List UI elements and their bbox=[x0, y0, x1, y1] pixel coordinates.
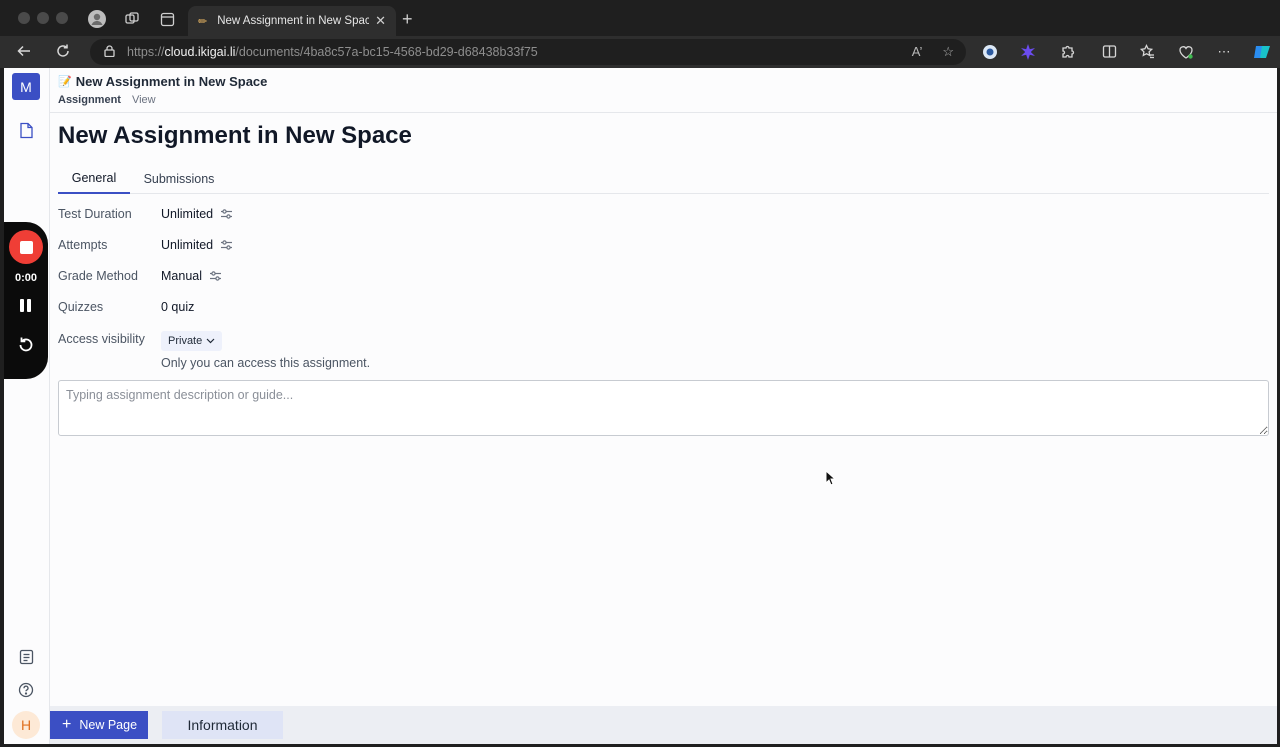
tab-general[interactable]: General bbox=[58, 164, 130, 194]
back-icon[interactable] bbox=[16, 43, 32, 64]
browser-window: ✏ New Assignment in New Space ✕ + https:… bbox=[0, 0, 1280, 747]
left-rail: M H bbox=[4, 68, 50, 744]
visibility-value: Private bbox=[168, 335, 203, 347]
access-note: Only you can access this assignment. bbox=[161, 356, 371, 370]
mouse-cursor-icon bbox=[825, 470, 837, 486]
copilot-icon[interactable] bbox=[1252, 42, 1272, 62]
bottom-bar: + New Page Information bbox=[50, 706, 1277, 744]
lock-icon bbox=[104, 44, 115, 60]
help-icon[interactable] bbox=[17, 681, 35, 699]
favorite-star-icon[interactable]: ☆ bbox=[942, 44, 954, 60]
pause-icon[interactable] bbox=[20, 299, 32, 312]
url-host: cloud.ikigai.li bbox=[164, 45, 236, 59]
tab-title: New Assignment in New Space bbox=[217, 15, 370, 27]
extension-sparkle-icon[interactable] bbox=[1020, 44, 1036, 60]
information-button[interactable]: Information bbox=[162, 711, 283, 739]
notes-icon[interactable] bbox=[17, 648, 35, 666]
url-text: https://cloud.ikigai.li/documents/4ba8c5… bbox=[127, 45, 538, 59]
new-page-label: New Page bbox=[79, 718, 138, 732]
grade-method-label: Grade Method bbox=[58, 269, 138, 283]
page-title: New Assignment in New Space bbox=[58, 122, 412, 149]
user-avatar[interactable]: H bbox=[12, 711, 40, 739]
test-duration-label: Test Duration bbox=[58, 207, 132, 221]
workspace-badge[interactable]: M bbox=[12, 73, 40, 100]
close-window-button[interactable] bbox=[18, 12, 30, 24]
pencil-icon: ✏ bbox=[198, 15, 208, 28]
url-field[interactable]: https://cloud.ikigai.li/documents/4ba8c5… bbox=[90, 39, 966, 65]
page-viewport: M H 0:00 📝 New Assignment in New Space A… bbox=[4, 68, 1277, 744]
breadcrumb: Assignment View bbox=[58, 94, 156, 106]
visibility-dropdown[interactable]: Private bbox=[161, 331, 223, 351]
breadcrumb-view[interactable]: View bbox=[132, 94, 156, 106]
tab-actions-icon[interactable] bbox=[158, 10, 176, 28]
title-bar: ✏ New Assignment in New Space ✕ + bbox=[0, 0, 1280, 36]
tab-submissions[interactable]: Submissions bbox=[138, 164, 220, 194]
quizzes-value: 0 quiz bbox=[161, 300, 194, 314]
attempts-label: Attempts bbox=[58, 238, 108, 252]
attempts-text: Unlimited bbox=[161, 238, 214, 252]
minimize-window-button[interactable] bbox=[37, 12, 49, 24]
adjust-icon[interactable] bbox=[220, 239, 233, 251]
new-tab-icon[interactable]: + bbox=[402, 10, 413, 28]
maximize-window-button[interactable] bbox=[56, 12, 68, 24]
workspaces-icon[interactable] bbox=[123, 10, 141, 28]
address-bar: https://cloud.ikigai.li/documents/4ba8c5… bbox=[0, 36, 1280, 68]
grade-method-value[interactable]: Manual bbox=[161, 269, 222, 283]
new-page-button[interactable]: + New Page bbox=[50, 711, 148, 739]
recording-timer: 0:00 bbox=[14, 272, 38, 284]
split-screen-icon[interactable] bbox=[1101, 44, 1117, 60]
favorites-icon[interactable] bbox=[1139, 44, 1155, 60]
plus-icon: + bbox=[62, 716, 72, 733]
read-aloud-icon[interactable]: A’ bbox=[912, 44, 923, 60]
url-path: /documents/4ba8c57a-bc15-4568-bd29-d6843… bbox=[235, 45, 538, 59]
browser-tab[interactable]: ✏ New Assignment in New Space ✕ bbox=[188, 6, 396, 36]
adjust-icon[interactable] bbox=[209, 270, 222, 282]
profile-icon[interactable] bbox=[88, 10, 106, 28]
tab-bar: General Submissions bbox=[58, 164, 1269, 194]
restart-icon[interactable] bbox=[16, 335, 36, 355]
close-tab-icon[interactable]: ✕ bbox=[375, 13, 386, 29]
stop-icon bbox=[19, 240, 33, 254]
more-options-icon[interactable]: ⋯ bbox=[1216, 44, 1232, 60]
url-scheme: https:// bbox=[127, 45, 165, 59]
quizzes-text: 0 quiz bbox=[161, 300, 195, 314]
document-icon[interactable] bbox=[17, 121, 35, 139]
screen-recorder-widget: 0:00 bbox=[4, 222, 48, 379]
browser-essentials-icon[interactable] bbox=[1178, 44, 1194, 60]
memo-icon: 📝 bbox=[58, 76, 72, 88]
grade-method-text: Manual bbox=[161, 269, 202, 283]
quizzes-label: Quizzes bbox=[58, 300, 104, 314]
document-title: 📝 New Assignment in New Space bbox=[58, 74, 267, 89]
reload-icon[interactable] bbox=[55, 43, 71, 64]
attempts-value[interactable]: Unlimited bbox=[161, 238, 233, 252]
stop-recording-button[interactable] bbox=[9, 230, 43, 264]
document-title-text: New Assignment in New Space bbox=[75, 74, 268, 89]
adjust-icon[interactable] bbox=[220, 208, 233, 220]
test-duration-text: Unlimited bbox=[161, 207, 214, 221]
chevron-down-icon bbox=[206, 338, 215, 344]
extension-shield-icon[interactable] bbox=[982, 44, 998, 60]
description-textarea[interactable] bbox=[58, 380, 1269, 436]
test-duration-value[interactable]: Unlimited bbox=[161, 207, 233, 221]
extensions-puzzle-icon[interactable] bbox=[1059, 44, 1075, 60]
breadcrumb-assignment[interactable]: Assignment bbox=[58, 94, 121, 106]
access-visibility-label: Access visibility bbox=[58, 332, 145, 346]
document-header: 📝 New Assignment in New Space Assignment… bbox=[50, 68, 1277, 113]
